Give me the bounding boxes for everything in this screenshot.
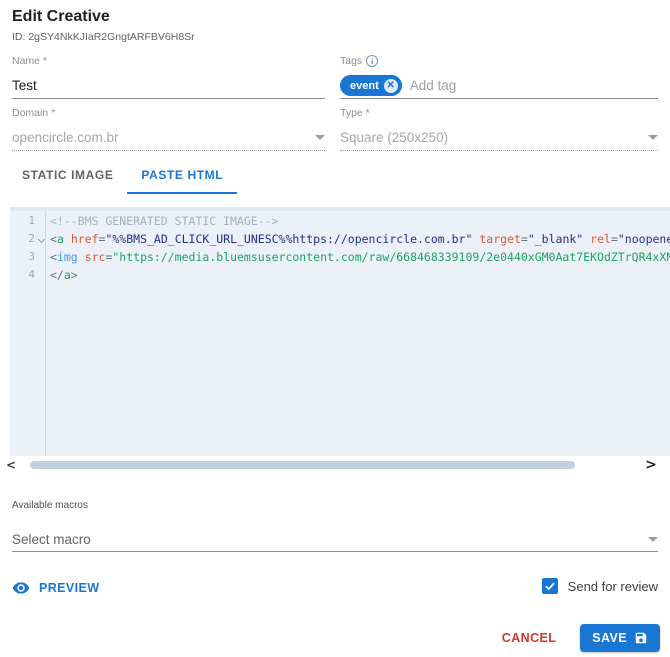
- add-tag-input[interactable]: [409, 78, 658, 93]
- line-number: 4: [28, 268, 35, 281]
- scroll-left-icon[interactable]: <: [0, 458, 22, 472]
- send-for-review-label: Send for review: [567, 578, 658, 594]
- select-macro-dropdown[interactable]: Select macro: [12, 527, 658, 552]
- edit-creative-dialog: Edit Creative ID: 2gSY4NkKJIaR2GngtARFBV…: [0, 0, 670, 657]
- save-disk-icon: [635, 632, 647, 644]
- scroll-right-icon[interactable]: >: [640, 457, 662, 473]
- cancel-button[interactable]: CANCEL: [494, 625, 564, 651]
- preview-button[interactable]: PREVIEW: [12, 579, 99, 597]
- chevron-down-icon: [648, 536, 658, 542]
- tags-label: Tags: [340, 55, 363, 67]
- type-value: Square (250x250): [340, 130, 449, 145]
- chevron-down-icon: [315, 135, 325, 140]
- tab-paste-html[interactable]: PASTE HTML: [127, 160, 237, 194]
- type-field-group: Type * Square (250x250): [340, 107, 658, 151]
- domain-value: opencircle.com.br: [12, 130, 119, 145]
- footer-actions: CANCEL SAVE: [494, 624, 660, 652]
- send-for-review-control[interactable]: Send for review: [541, 578, 658, 594]
- eye-icon: [12, 582, 30, 594]
- code-lines[interactable]: <!--BMS GENERATED STATIC IMAGE--> <a href…: [46, 207, 670, 456]
- info-icon[interactable]: i: [366, 55, 379, 67]
- fold-chevron-icon[interactable]: [37, 235, 46, 244]
- name-input[interactable]: [12, 78, 325, 93]
- line-number: 2: [10, 230, 46, 248]
- tag-chip[interactable]: event ✕: [340, 75, 402, 96]
- save-button[interactable]: SAVE: [580, 624, 660, 652]
- page-title: Edit Creative: [12, 8, 110, 25]
- select-macro-value: Select macro: [12, 531, 91, 547]
- remove-tag-icon[interactable]: ✕: [383, 78, 398, 93]
- line-number: 3: [28, 250, 35, 263]
- check-icon: [545, 582, 555, 591]
- creative-id: ID: 2gSY4NkKJIaR2GngtARFBV6H8Sr: [12, 31, 195, 43]
- type-label: Type *: [340, 107, 370, 119]
- send-for-review-checkbox[interactable]: [541, 578, 558, 594]
- html-code-editor: 1 2 3 4 <!--BMS GENERATED STATIC IMAGE--> <a…: [10, 207, 670, 456]
- tag-chip-label: event: [350, 79, 379, 92]
- domain-select[interactable]: opencircle.com.br: [12, 125, 325, 151]
- name-label: Name *: [12, 55, 48, 67]
- code-line[interactable]: <img src="https://media.bluemsuserconten…: [46, 248, 670, 266]
- available-macros-label: Available macros: [12, 500, 88, 511]
- line-number: 1: [28, 214, 35, 227]
- tab-static-image[interactable]: STATIC IMAGE: [8, 160, 127, 194]
- domain-field-group: Domain * opencircle.com.br: [12, 107, 325, 151]
- code-line[interactable]: <a href="%%BMS_AD_CLICK_URL_UNESC%%https…: [46, 230, 670, 248]
- creative-source-tabs: STATIC IMAGE PASTE HTML: [8, 160, 237, 194]
- name-field-group: Name *: [12, 55, 325, 99]
- domain-label: Domain *: [12, 107, 56, 119]
- scrollbar-thumb[interactable]: [30, 461, 575, 469]
- editor-hscrollbar: < >: [0, 457, 670, 473]
- code-line[interactable]: <!--BMS GENERATED STATIC IMAGE-->: [46, 212, 670, 230]
- gutter: 1 2 3 4: [10, 207, 46, 456]
- preview-label: PREVIEW: [39, 581, 100, 595]
- type-select[interactable]: Square (250x250): [340, 125, 658, 151]
- save-label: SAVE: [592, 631, 627, 645]
- chevron-down-icon: [648, 135, 658, 140]
- tags-field-group: Tags i event ✕: [340, 55, 658, 99]
- code-line[interactable]: </a>: [46, 266, 670, 284]
